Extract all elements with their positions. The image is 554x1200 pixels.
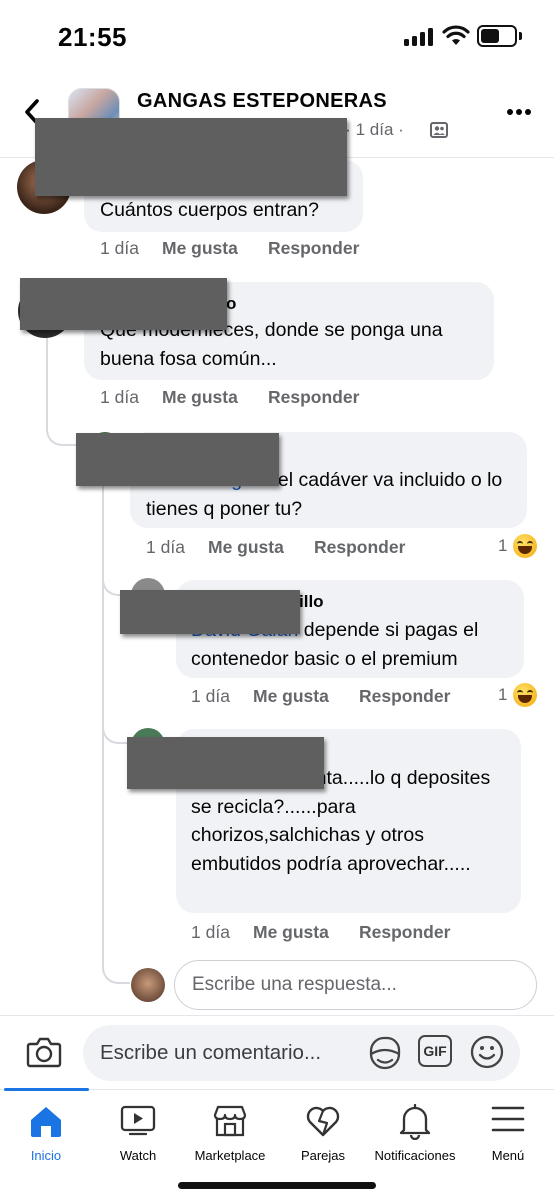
- bell-icon: [399, 1104, 431, 1140]
- redacted-area: [20, 278, 227, 330]
- reply-button[interactable]: Responder: [359, 686, 450, 707]
- more-options-icon[interactable]: [506, 108, 532, 116]
- reply-button[interactable]: Responder: [359, 922, 450, 943]
- comment-text: Cuántos cuerpos entran?: [100, 199, 319, 221]
- group-audience-icon: [430, 122, 448, 138]
- like-button[interactable]: Me gusta: [162, 238, 268, 259]
- redacted-area: [76, 433, 279, 486]
- dating-heart-icon: [306, 1106, 340, 1137]
- like-button[interactable]: Me gusta: [253, 922, 359, 943]
- comment-actions: 1 día Me gusta Responder: [191, 922, 450, 943]
- thread-connector: [102, 960, 130, 984]
- comment-time: 1 día: [100, 387, 139, 407]
- redacted-area: [127, 737, 324, 789]
- tab-parejas[interactable]: Parejas: [277, 1090, 369, 1170]
- redacted-area: [35, 118, 347, 196]
- status-time: 21:55: [58, 22, 127, 52]
- marketplace-icon: [213, 1105, 247, 1137]
- comment-author[interactable]: illo: [299, 592, 324, 612]
- tab-menu[interactable]: Menú: [462, 1090, 554, 1170]
- watch-icon: [120, 1105, 156, 1136]
- comment-time: 1 día: [146, 537, 185, 557]
- redacted-area: [120, 590, 300, 634]
- my-avatar: [131, 968, 165, 1002]
- comment-actions: 1 día Me gusta Responder: [146, 537, 405, 558]
- gif-icon[interactable]: GIF: [418, 1035, 452, 1067]
- group-name[interactable]: GANGAS ESTEPONERAS: [137, 90, 387, 113]
- home-icon: [31, 1107, 61, 1137]
- wifi-icon: [442, 25, 470, 45]
- status-bar: 21:55: [0, 0, 554, 76]
- comment-time: 1 día: [191, 686, 230, 706]
- comment-time: 1 día: [100, 238, 139, 258]
- reaction-count[interactable]: 1: [498, 534, 538, 558]
- comment-author[interactable]: o: [226, 294, 236, 314]
- emoji-icon[interactable]: [470, 1035, 504, 1069]
- home-indicator: [178, 1182, 376, 1189]
- like-button[interactable]: Me gusta: [208, 537, 314, 558]
- reply-button[interactable]: Responder: [268, 238, 359, 259]
- like-button[interactable]: Me gusta: [253, 686, 359, 707]
- tab-inicio[interactable]: Inicio: [0, 1090, 92, 1170]
- haha-reaction-icon: [513, 534, 538, 558]
- thread-connector: [102, 718, 128, 744]
- comment-input[interactable]: Escribe un comentario...: [83, 1025, 520, 1081]
- tab-watch[interactable]: Watch: [92, 1090, 184, 1170]
- like-button[interactable]: Me gusta: [162, 387, 268, 408]
- comment-time: 1 día: [191, 922, 230, 942]
- comment-composer: Escribe un comentario... GIF: [0, 1015, 554, 1089]
- sticker-icon[interactable]: [366, 1034, 404, 1072]
- cellular-signal-icon: [404, 28, 434, 46]
- haha-reaction-icon: [513, 683, 538, 707]
- menu-icon: [491, 1106, 525, 1132]
- reply-button[interactable]: Responder: [314, 537, 405, 558]
- reply-input[interactable]: Escribe una respuesta...: [174, 960, 537, 1010]
- comment-actions: 1 día Me gusta Responder: [191, 686, 450, 707]
- reply-button[interactable]: Responder: [268, 387, 359, 408]
- tab-notificaciones[interactable]: Notificaciones: [369, 1090, 461, 1170]
- thread-line: [46, 328, 48, 422]
- comment-actions: 1 día Me gusta Responder: [100, 387, 359, 408]
- reaction-count[interactable]: 1: [498, 683, 538, 707]
- battery-icon: [477, 25, 517, 47]
- tab-marketplace[interactable]: Marketplace: [184, 1090, 276, 1170]
- camera-icon[interactable]: [26, 1036, 62, 1068]
- comment-actions: 1 día Me gusta Responder: [100, 238, 359, 259]
